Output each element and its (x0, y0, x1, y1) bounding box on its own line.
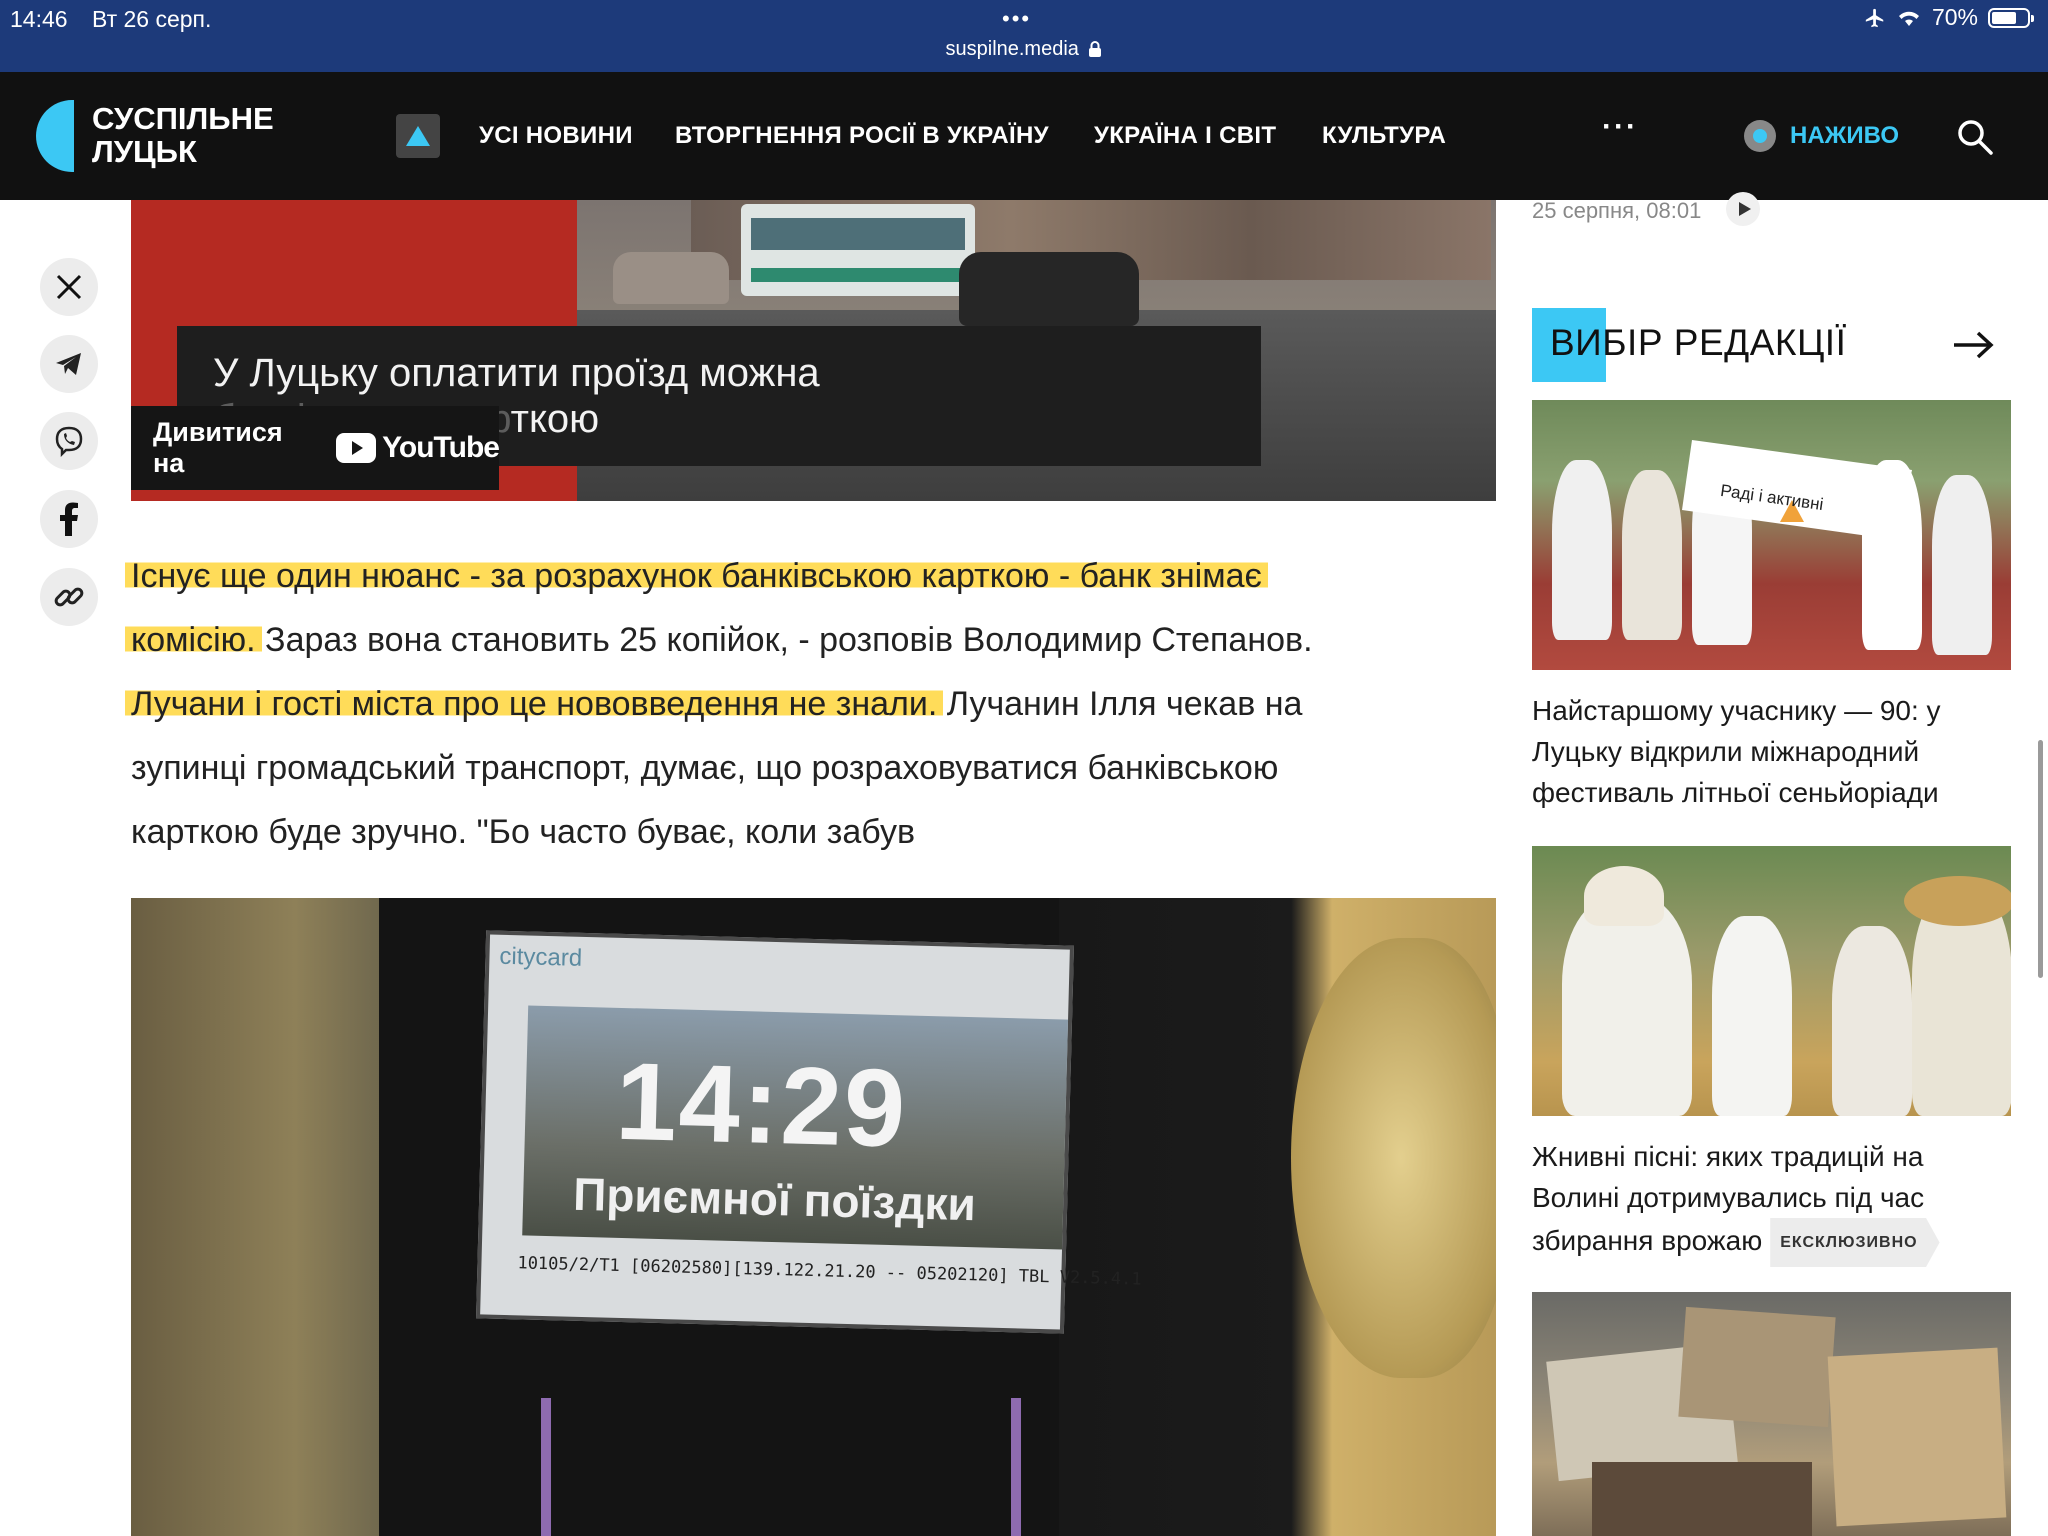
lock-icon (1089, 41, 1102, 57)
share-telegram-button[interactable] (40, 335, 98, 393)
viber-icon (55, 426, 83, 457)
person-hair (1291, 938, 1496, 1378)
person-figure (1622, 470, 1682, 640)
archive-folder (1678, 1306, 1836, 1428)
watch-on-label: Дивитися на (153, 417, 283, 478)
card-image[interactable] (1532, 1292, 2011, 1536)
status-time: 14:46 (10, 6, 68, 32)
battery-percent: 70% (1931, 4, 1978, 30)
validator-screen: citycard 14:29 Приємної поїздки 10105/2/… (476, 930, 1142, 1334)
youtube-logo: YouTube (336, 431, 500, 465)
exclusive-badge: ЕКСКЛЮЗИВНО (1770, 1218, 1940, 1267)
airplane-icon (1865, 8, 1884, 27)
validator-message: Приємної поїздки (572, 1167, 977, 1231)
headscarf (1584, 866, 1664, 926)
article-photo-validator: citycard 14:29 Приємної поїздки 10105/2/… (131, 898, 1496, 1536)
nav-all-news[interactable]: УСІ НОВИНИ (479, 122, 633, 150)
url-text: suspilne.media (945, 38, 1079, 60)
logo-mark[interactable] (36, 100, 74, 172)
wifi-icon (1898, 11, 1919, 26)
live-dot-icon (1744, 120, 1776, 152)
multitask-dots[interactable]: ••• (1002, 6, 1031, 32)
card-image[interactable] (1532, 846, 2011, 1116)
youtube-wordmark: YouTube (382, 431, 500, 464)
highlighted-text[interactable]: Лучани і гості міста про це нововведення… (125, 685, 944, 723)
person-figure (1562, 896, 1692, 1116)
share-facebook-button[interactable] (40, 490, 98, 548)
validator-light (1011, 1398, 1021, 1536)
archive-folder (1827, 1347, 2007, 1527)
prev-item-time: 25 серпня, 08:01 (1532, 198, 1702, 223)
share-viber-button[interactable] (40, 412, 98, 470)
arrow-right-icon[interactable] (1950, 322, 1996, 368)
article-text: Лучанин Ілля чекав на (937, 685, 1303, 723)
article-text: Зараз вона становить 25 копійок, - розпо… (255, 621, 1313, 659)
person-figure (1832, 926, 1912, 1116)
highlighted-text[interactable]: комісію. (125, 621, 262, 659)
video-embed[interactable]: У Луцьку оплатити проїзд можна банківськ… (131, 200, 1496, 501)
editors-choice-title[interactable]: ВИБІР РЕДАКЦІЇ (1550, 322, 1846, 364)
telegram-icon (56, 353, 81, 375)
more-menu-button[interactable]: ··· (1602, 110, 1638, 144)
watch-on-youtube-button[interactable]: Дивитися на YouTube (131, 406, 500, 490)
card-title[interactable]: Жнивні пісні: яких традицій на Волині до… (1532, 1136, 2012, 1267)
facebook-icon (60, 502, 78, 536)
youtube-play-icon (336, 433, 377, 463)
nav-ukraine-world[interactable]: УКРАЇНА І СВІТ (1094, 122, 1276, 150)
x-icon (56, 274, 82, 300)
logo-line1: СУСПІЛЬНЕ (92, 101, 274, 136)
card-image[interactable]: Раді і активні (1532, 400, 2011, 670)
highlighted-text[interactable]: Існує ще один нюанс - за розрахунок банк… (125, 557, 1268, 595)
validator-clock: 14:29 (614, 1039, 909, 1171)
scrollbar[interactable] (2038, 740, 2043, 978)
person-figure (1712, 916, 1792, 1116)
card-title[interactable]: Найстаршому учаснику — 90: у Луцьку відк… (1532, 690, 2012, 813)
nav-culture[interactable]: КУЛЬТУРА (1322, 122, 1446, 150)
person-figure (1932, 475, 1992, 655)
live-label: НАЖИВО (1790, 122, 1900, 149)
search-icon[interactable] (1956, 118, 1994, 156)
banner-graphic (1682, 440, 1912, 540)
video-bus (741, 204, 975, 296)
person-figure (1552, 460, 1612, 640)
share-x-button[interactable] (40, 258, 98, 316)
video-car (613, 252, 729, 304)
live-button[interactable]: НАЖИВО (1744, 120, 1899, 152)
nav-invasion[interactable]: ВТОРГНЕННЯ РОСІЇ В УКРАЇНУ (675, 122, 1049, 150)
video-car (959, 252, 1139, 326)
validator-brand: citycard (499, 942, 583, 972)
status-right: 70% (1864, 4, 2034, 31)
battery-icon (1988, 7, 2034, 28)
copy-link-button[interactable] (40, 568, 98, 626)
address-bar[interactable]: suspilne.media (0, 38, 2048, 61)
video-caption-line1: У Луцьку оплатити проїзд можна (213, 351, 820, 395)
link-icon (54, 587, 84, 607)
straw-hat (1904, 876, 2011, 926)
triangle-up-icon (406, 126, 430, 146)
status-bar: 14:46 Вт 26 серп. ••• suspilne.media 70% (0, 0, 2048, 72)
logo-line2: ЛУЦЬК (92, 134, 197, 169)
validator-light (541, 1398, 551, 1536)
archive-book (1592, 1462, 1812, 1536)
home-button[interactable] (396, 114, 440, 158)
status-date: Вт 26 серп. (92, 6, 212, 32)
site-logo[interactable]: СУСПІЛЬНЕ ЛУЦЬК (92, 102, 274, 168)
play-icon[interactable] (1726, 192, 1760, 226)
article-text: карткою буде зручно. "Бо часто буває, ко… (131, 813, 916, 851)
article-paragraph: Існує ще один нюанс - за розрахунок банк… (125, 544, 1491, 864)
validator-info: 10105/2/T1 [06202580][139.122.21.20 -- 0… (517, 1253, 1142, 1290)
article-text: зупинці громадський транспорт, думає, що… (131, 749, 1279, 787)
site-header: СУСПІЛЬНЕ ЛУЦЬК УСІ НОВИНИ ВТОРГНЕННЯ РО… (0, 72, 2048, 200)
